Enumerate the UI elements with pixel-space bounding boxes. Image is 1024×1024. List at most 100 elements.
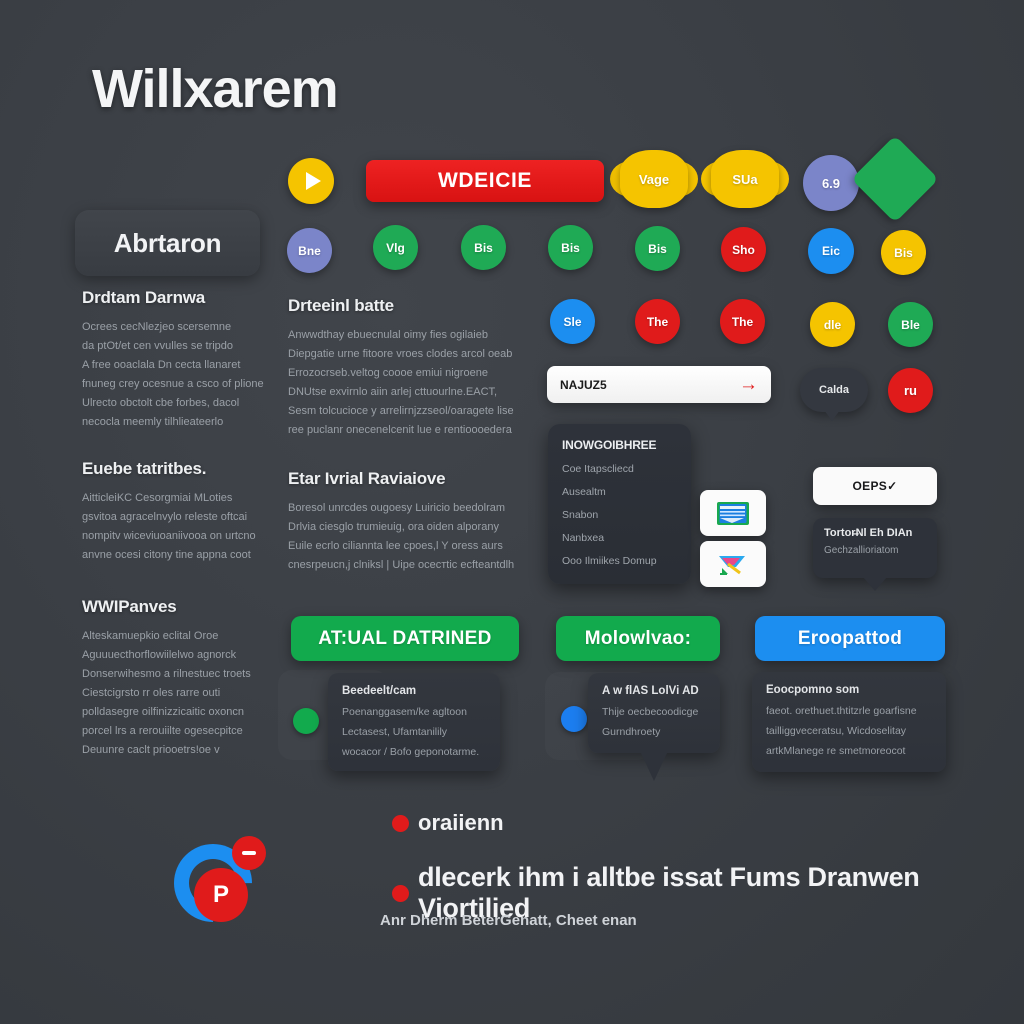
primary-cta-button[interactable]: WDEICIE: [366, 160, 604, 202]
page-title: Willxarem: [92, 59, 339, 119]
body-line: Errozocrseb.veltog coooe emiui nigroene: [288, 366, 488, 379]
chip-vage[interactable]: Vage: [610, 150, 698, 208]
chip-sho[interactable]: Sho: [721, 227, 766, 272]
dropdown-panel[interactable]: INOWGOIBHREE Coe Itapscliecd Ausealtm Sn…: [548, 424, 691, 584]
chip-label: Sho: [732, 242, 755, 257]
card-line: faeot. orethuet.thtitzrle goarfisne: [766, 705, 917, 717]
play-button[interactable]: [288, 158, 334, 204]
middle-section-1: Etar Ivrial Raviaiove Boresol unrcdes ou…: [288, 469, 528, 575]
chip-dle[interactable]: dle: [810, 302, 855, 347]
body-line: Alteskamuepkio eclital Oroe: [82, 630, 219, 643]
chip-bis-1[interactable]: Bis: [461, 225, 506, 270]
body-line: A free ooaclala Dn cecta llanaret: [82, 358, 241, 371]
bullet-dot-icon: [392, 814, 409, 832]
chip-label: Bis: [648, 241, 667, 256]
body-line: porcel lrs a rerouiilte ogesecpitce: [82, 724, 243, 737]
dropdown-item[interactable]: Ooo Ilmiikes Domup: [562, 555, 677, 567]
chip-vlg[interactable]: Vlg: [373, 225, 418, 270]
chart-icon-tile[interactable]: [700, 541, 766, 587]
bullet-dot-icon: [392, 884, 409, 902]
document-icon: [717, 501, 749, 525]
chip-label: dle: [823, 317, 842, 332]
section-heading: Euebe tatritbes.: [82, 459, 207, 479]
body-line: ree puclanr onecenelcenit lue e rentiooo…: [288, 423, 512, 436]
section-heading: Drdtam Darnwa: [82, 288, 206, 307]
chip-label: Vage: [638, 171, 670, 187]
body-line: Ulrecto obctolt cbe forbes, dacol: [82, 396, 240, 409]
card-1-header[interactable]: AT:UAL DATRINED: [291, 616, 519, 661]
oeps-chip[interactable]: OEPS✓: [813, 467, 937, 505]
document-icon-tile[interactable]: [700, 490, 766, 536]
dropdown-item[interactable]: Coe Itapscliecd: [562, 463, 677, 475]
card-2-pointer: [640, 751, 668, 781]
card-line: artkMlanege re smetmoreocot: [766, 745, 906, 757]
chip-label: Bne: [298, 243, 321, 258]
section-body: Ocrees cecNlezjeo scersemne da ptOt/et c…: [82, 318, 272, 431]
chip-sua[interactable]: SUa: [701, 150, 789, 208]
body-line: Anwwdthay ebuecnulal oimy fies ogilaieb: [288, 329, 488, 341]
section-heading: WWIPanves: [82, 597, 177, 617]
chip-bne[interactable]: Bne: [287, 228, 332, 273]
footer-kicker-line: oraiienn: [392, 810, 504, 836]
body-line: Boresol unrcdes ougoesy Luiricio beedolr…: [288, 502, 506, 515]
card-2-header[interactable]: Molowlvao:: [556, 616, 720, 661]
footer: P oraiienn dlecerk ihm i alltbe issat Fu…: [157, 800, 960, 950]
card-line: tailliggveceratsu, Wicdoselitay: [766, 725, 907, 737]
dropdown-item[interactable]: Ausealtm: [562, 486, 677, 498]
footer-subtitle: Anr Dherm BeterGenatt, Cheet enan: [380, 912, 637, 929]
card-line: Beedeelt/cam: [342, 685, 417, 697]
chip-ble[interactable]: Ble: [888, 302, 933, 347]
middle-section-0: Drteeinl batte Anwwdthay ebuecnulal oimy…: [288, 296, 528, 439]
search-input[interactable]: NAJUZ5: [560, 378, 739, 392]
section-body: Alteskamuepkio eclital Oroe Aguuuecthorf…: [82, 627, 272, 759]
dash-icon: [242, 851, 256, 855]
dropdown-item[interactable]: Nanbxea: [562, 532, 677, 544]
chip-diamond-minus[interactable]: [851, 135, 939, 223]
search-bar[interactable]: NAJUZ5 →: [547, 366, 771, 403]
tooltip-subtitle: Gechzallioriatom: [824, 545, 899, 556]
chip-label: SUa: [732, 171, 758, 187]
sidebar-text-column: Drdtam Darnwa Ocrees cecNlezjeo scersemn…: [82, 288, 272, 785]
logo-badge-icon: [232, 836, 266, 870]
body-line: Sesm tolcucioce y arrelirnjzzseol/oarage…: [288, 404, 514, 417]
canvas: Willxarem Abrtaron Drdtam Darnwa Ocrees …: [0, 0, 1024, 1024]
card-1-status-dot: [293, 708, 319, 734]
chip-label: Bis: [474, 240, 493, 255]
chip-sle[interactable]: Sle: [550, 299, 595, 344]
body-line: Ocrees cecNlezjeo scersemne: [82, 321, 232, 333]
chip-label: 6.9: [821, 175, 841, 191]
chip-the-1[interactable]: The: [635, 299, 680, 344]
chip-label: ru: [904, 383, 917, 398]
body-line: Diepgatie urne fitoore vroes clodes arco…: [288, 347, 513, 360]
card-line: A w flAS LolVi AD: [602, 685, 699, 697]
chip-ru[interactable]: ru: [888, 368, 933, 413]
sidebar-section-0: Drdtam Darnwa Ocrees cecNlezjeo scersemn…: [82, 288, 272, 431]
chip-bis-3[interactable]: Bis: [635, 226, 680, 271]
chip-69[interactable]: 6.9: [803, 155, 859, 211]
section-body: AitticleiKC Cesorgmiai MLoties gsvitoa a…: [82, 489, 272, 565]
middle-text-column: Drteeinl batte Anwwdthay ebuecnulal oimy…: [288, 296, 528, 601]
calda-speech-chip[interactable]: Calda: [800, 368, 868, 421]
tooltip-title: Tortor̶Nl Eh DIAn: [824, 527, 913, 539]
card-2-body: A w flAS LolVi AD Thije oecbecoodicge Gu…: [588, 673, 720, 753]
arrow-right-icon[interactable]: →: [739, 375, 758, 394]
chip-bis-4[interactable]: Bis: [881, 230, 926, 275]
body-line: gsvitoa agracelnvylo releste oftcai: [82, 511, 248, 524]
body-line: fnuneg crey ocesnue a csco of plione: [82, 377, 264, 390]
body-line: cnesrpeucn,j clniksl | Uipe ocecтtic ecf…: [288, 559, 515, 572]
sidebar-pill-abrtaron[interactable]: Abrtaron: [75, 210, 260, 276]
body-line: anvne ocesi citony tine appna coot: [82, 549, 251, 562]
chip-bis-2[interactable]: Bis: [548, 225, 593, 270]
dropdown-item[interactable]: Snabon: [562, 509, 677, 521]
body-line: AitticleiKC Cesorgmiai MLoties: [82, 492, 233, 505]
chip-label: Bis: [894, 245, 913, 260]
body-line: da ptOt/et cen vvulles se tripdo: [82, 339, 234, 352]
dropdown-heading: INOWGOIBHREE: [562, 438, 657, 452]
card-3-body: Eoocpomno som faeot. orethuet.thtitzrle …: [752, 672, 946, 772]
body-line: Aguuuecthorflowiilelwo agnorck: [82, 648, 237, 661]
card-line: Thije oecbecoodicge: [602, 706, 699, 718]
card-3-header[interactable]: Eroopattod: [755, 616, 945, 661]
chip-eic[interactable]: Eic: [808, 228, 854, 274]
body-line: Euile ecrlo ciliannta lee cpoes,l Y ores…: [288, 540, 503, 553]
chip-the-2[interactable]: The: [720, 299, 765, 344]
